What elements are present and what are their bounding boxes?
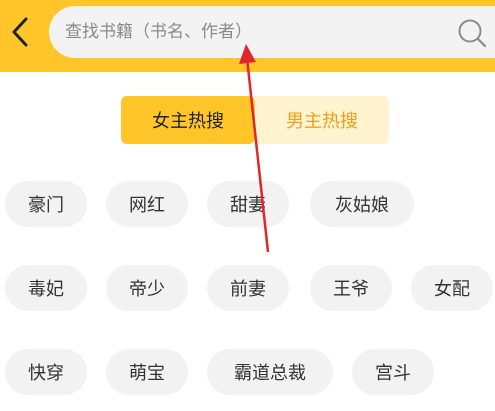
hot-tag[interactable]: 灰姑娘	[310, 181, 414, 227]
hot-tag[interactable]: 女配	[411, 265, 493, 311]
hot-tag[interactable]: 毒妃	[5, 265, 87, 311]
hot-search-tabs: 女主热搜 男主热搜	[121, 96, 389, 144]
hot-tag[interactable]: 霸道总裁	[207, 349, 333, 395]
tab-female-hot-search[interactable]: 女主热搜	[121, 96, 255, 144]
search-box[interactable]	[49, 6, 495, 58]
top-bar	[0, 0, 495, 72]
hot-tag[interactable]: 豪门	[5, 181, 87, 227]
tab-male-hot-search[interactable]: 男主热搜	[255, 96, 389, 144]
hot-tag[interactable]: 快穿	[5, 349, 87, 395]
back-arrow-icon	[12, 17, 28, 47]
back-button[interactable]	[4, 12, 36, 52]
hot-tag[interactable]: 王爷	[310, 265, 392, 311]
hot-tag[interactable]: 宫斗	[352, 349, 434, 395]
hot-tag[interactable]: 前妻	[207, 265, 289, 311]
hot-tag[interactable]: 萌宝	[106, 349, 188, 395]
hot-tag[interactable]: 帝少	[106, 265, 188, 311]
hot-tag[interactable]: 网红	[106, 181, 188, 227]
search-input[interactable]	[65, 6, 445, 58]
search-icon[interactable]	[457, 18, 487, 48]
hot-tag[interactable]: 甜妻	[207, 181, 289, 227]
